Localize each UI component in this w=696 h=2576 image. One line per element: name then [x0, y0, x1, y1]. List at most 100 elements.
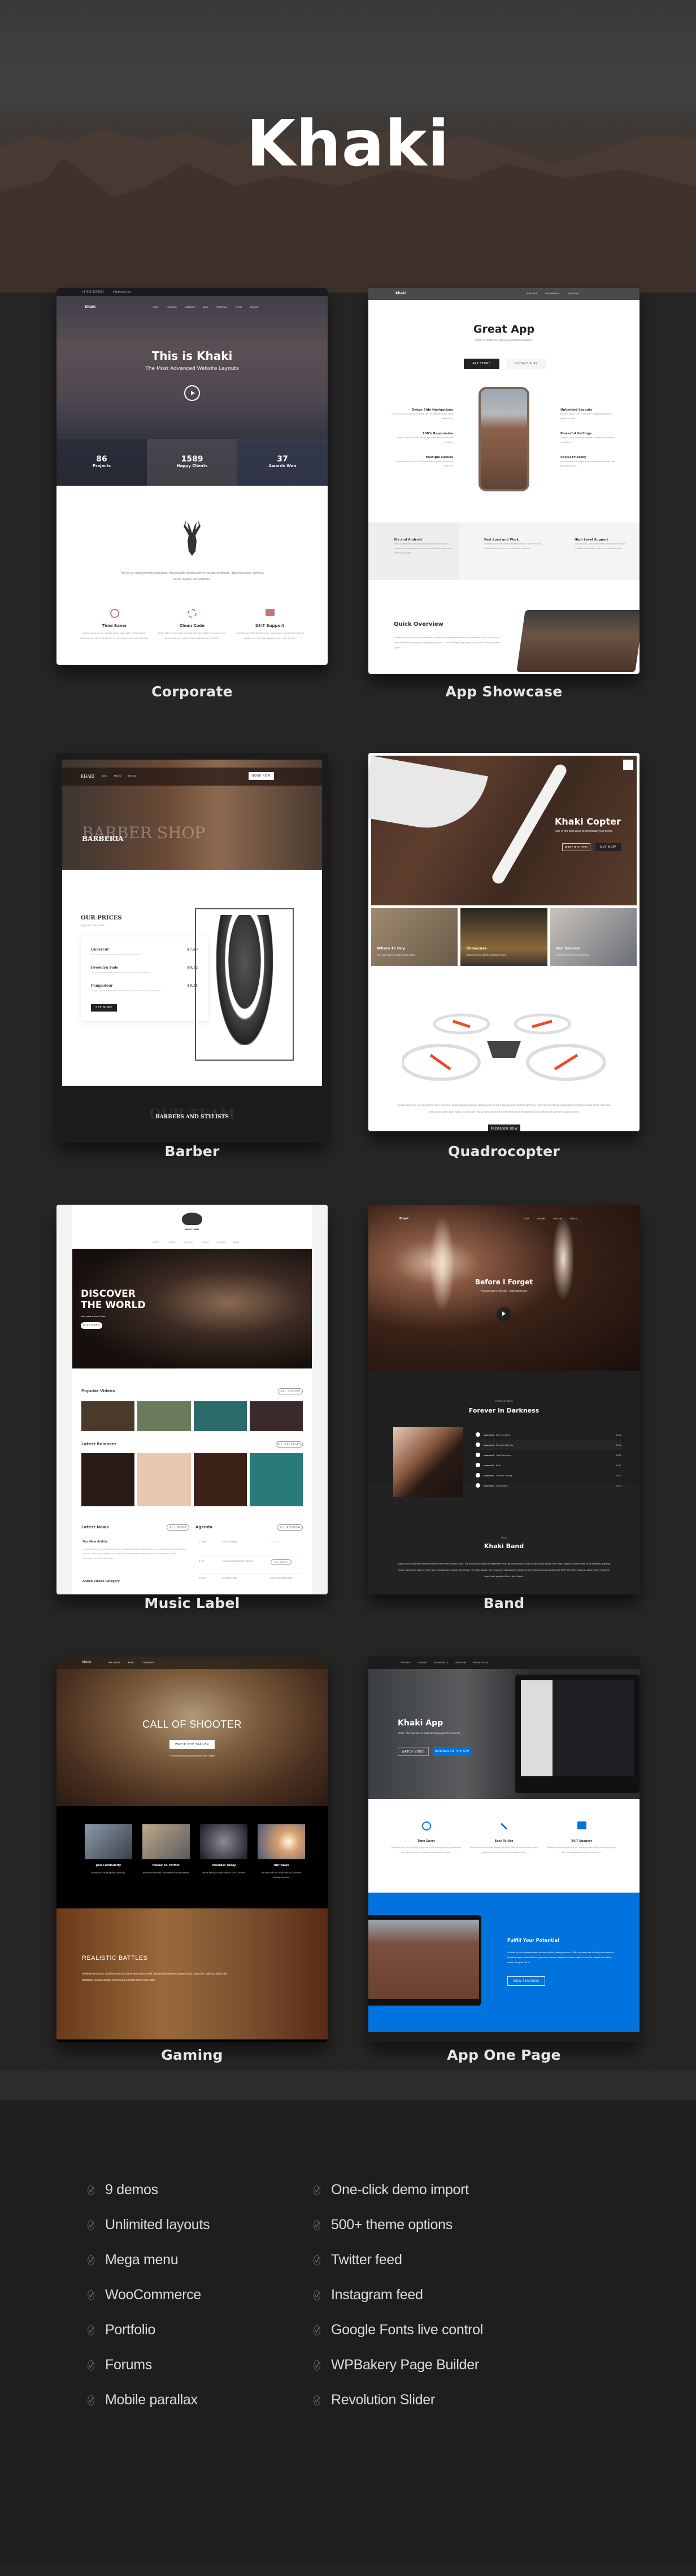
- all-releases-button[interactable]: ALL RELEASES: [276, 1441, 303, 1448]
- download-app-button[interactable]: DOWNLOAD THE APP: [433, 1747, 471, 1756]
- gaming-card[interactable]: Preorder Today We will send you Early Edi…: [200, 1824, 247, 1880]
- demo-quadrocopter[interactable]: Khaki Copter One of the best ways to sho…: [368, 744, 640, 1196]
- demo-barber-screenshot[interactable]: KHAKI BLOG PRICES STAY US BOOK NOW BARBE…: [56, 753, 328, 1143]
- gaming-card[interactable]: Our News Get news from the source, and yo…: [258, 1824, 305, 1880]
- video-thumb[interactable]: [81, 1401, 135, 1431]
- watch-video-button[interactable]: WATCH VIDEO: [398, 1747, 429, 1756]
- tile[interactable]: Our Service Entrust your drone to our exp…: [550, 908, 637, 966]
- video-thumb[interactable]: [137, 1401, 191, 1431]
- nav-item[interactable]: VIDEOS: [570, 1218, 577, 1220]
- track-row[interactable]: soundroll - Extreme Driving 03:57: [476, 1470, 621, 1480]
- music-label-logo[interactable]: [182, 1213, 202, 1225]
- gaming-logo[interactable]: khaki: [82, 1660, 91, 1664]
- nav-item[interactable]: HOME: [153, 306, 159, 308]
- demo-corporate[interactable]: +1 (555) 123-1234 info@khaki.com Khaki H…: [56, 288, 328, 744]
- band-logo[interactable]: Khaki: [399, 1217, 408, 1221]
- demo-band[interactable]: Khaki TOUR ALBUMS GALLERY VIDEOS Before …: [368, 1196, 640, 1648]
- demo-corporate-screenshot[interactable]: +1 (555) 123-1234 info@khaki.com Khaki H…: [56, 288, 328, 665]
- demo-app-one-page-screenshot[interactable]: FEATURES SCREENS TESTIMONIALS QUESTIONS …: [368, 1657, 640, 2042]
- nav-item[interactable]: BLOG: [102, 775, 107, 777]
- nav-item[interactable]: BLOG: [203, 306, 208, 308]
- play-icon[interactable]: [497, 1307, 511, 1322]
- menu-icon[interactable]: [623, 760, 633, 770]
- demo-barber[interactable]: KHAKI BLOG PRICES STAY US BOOK NOW BARBE…: [56, 744, 328, 1196]
- tile[interactable]: Showcase Watch our best videos, and share…: [460, 908, 547, 966]
- demo-gaming-screenshot[interactable]: khaki PRE-ORDER NEWS COMMUNITY CALL OF S…: [56, 1657, 328, 2042]
- demo-quadrocopter-screenshot[interactable]: Khaki Copter One of the best ways to sho…: [368, 753, 640, 1131]
- gaming-card[interactable]: Join Community Be the part of huge gaming…: [85, 1824, 132, 1880]
- release-thumb[interactable]: [137, 1453, 191, 1506]
- nav-item[interactable]: TESTIMONIALS: [545, 293, 560, 295]
- news-title[interactable]: Added Videos Category: [82, 1580, 120, 1583]
- video-thumb[interactable]: [193, 1401, 247, 1431]
- demo-app-showcase[interactable]: Khaki PURCHASE TESTIMONIALS QUESTIONS Gr…: [368, 288, 640, 744]
- all-news-button[interactable]: ALL NEWS: [167, 1524, 189, 1531]
- release-thumb[interactable]: [193, 1453, 247, 1506]
- corporate-logo[interactable]: Khaki: [85, 305, 95, 309]
- nav-item[interactable]: ABOUT: [153, 1241, 159, 1244]
- all-agenda-button[interactable]: ALL AGENDA: [277, 1524, 303, 1531]
- demo-app-one-page[interactable]: FEATURES SCREENS TESTIMONIALS QUESTIONS …: [368, 1648, 640, 2100]
- google-play-button[interactable]: GOOGLE PLAY: [506, 359, 546, 369]
- tile[interactable]: Where to Buy Find your nearest Khaki Copt…: [371, 908, 458, 966]
- nav-item[interactable]: SCREENS: [417, 1662, 427, 1664]
- discover-button[interactable]: DISCOVER: [81, 1322, 102, 1329]
- watch-video-button[interactable]: WATCH VIDEO: [562, 843, 590, 851]
- track-row[interactable]: soundroll - Fight No More 03:43: [476, 1429, 621, 1440]
- nav-item[interactable]: ARTISTS: [167, 1241, 175, 1244]
- demo-music-label[interactable]: KHAKI LABEL ABOUT ARTISTS RELEASES VIDEO…: [56, 1196, 328, 1648]
- nav-item[interactable]: FEATURES: [167, 306, 177, 308]
- nav-item[interactable]: VIDEOS: [201, 1241, 208, 1244]
- nav-item[interactable]: PORTFOLIO: [216, 306, 228, 308]
- watch-trailer-button[interactable]: WATCH THE TRAILER: [169, 1740, 215, 1749]
- release-thumb[interactable]: [249, 1453, 303, 1506]
- preorder-button[interactable]: PREORDER NOW: [488, 1124, 520, 1131]
- nav-item[interactable]: QUESTIONS: [568, 293, 580, 295]
- book-now-button[interactable]: BOOK NOW: [249, 772, 274, 780]
- nav-item[interactable]: AGENDA: [217, 1241, 225, 1244]
- nav-item[interactable]: RELEASES: [184, 1241, 194, 1244]
- nav-item[interactable]: PRE-ORDER: [108, 1662, 120, 1664]
- nav-item[interactable]: GALLERY: [553, 1218, 562, 1220]
- release-thumb[interactable]: [81, 1453, 135, 1506]
- demo-gaming[interactable]: khaki PRE-ORDER NEWS COMMUNITY CALL OF S…: [56, 1648, 328, 2100]
- gaming-card[interactable]: Follow on Twitter We love and use this so…: [142, 1824, 190, 1880]
- buy-now-button[interactable]: BUY NOW: [595, 843, 621, 851]
- nav-item[interactable]: QUESTIONS: [455, 1662, 467, 1664]
- nav-item[interactable]: PURCHASE: [527, 293, 537, 295]
- app-store-button[interactable]: APP STORE: [464, 359, 499, 369]
- demo-label[interactable]: Music Label: [56, 1595, 328, 1611]
- view-features-button[interactable]: VIEW FEATURES: [507, 1976, 545, 1986]
- demo-label[interactable]: Band: [368, 1595, 640, 1611]
- demo-label[interactable]: Quadrocopter: [368, 1143, 640, 1160]
- nav-item[interactable]: TESTIMONIALS: [433, 1662, 448, 1664]
- nav-item[interactable]: NEWS: [128, 1662, 134, 1664]
- nav-item[interactable]: STAY US: [128, 775, 136, 777]
- nav-item[interactable]: GALLERY: [250, 306, 259, 308]
- demo-label[interactable]: App One Page: [368, 2047, 640, 2063]
- demo-music-label-screenshot[interactable]: KHAKI LABEL ABOUT ARTISTS RELEASES VIDEO…: [56, 1205, 328, 1594]
- all-videos-button[interactable]: ALL VIDEOS: [278, 1388, 303, 1394]
- nav-item[interactable]: TOUR: [524, 1218, 529, 1220]
- track-row[interactable]: soundroll - Total Overdrive 03:59: [476, 1450, 621, 1460]
- demo-label[interactable]: Barber: [56, 1143, 328, 1160]
- video-thumb[interactable]: [249, 1401, 303, 1431]
- demo-band-screenshot[interactable]: Khaki TOUR ALBUMS GALLERY VIDEOS Before …: [368, 1205, 640, 1594]
- demo-label[interactable]: App Showcase: [368, 683, 640, 700]
- nav-item[interactable]: COMMUNITY: [142, 1662, 154, 1664]
- track-row[interactable]: soundroll - Rock 02:41: [476, 1460, 621, 1470]
- track-row[interactable]: soundroll - Driving In My Car 02:41: [476, 1440, 621, 1450]
- demo-app-showcase-screenshot[interactable]: Khaki PURCHASE TESTIMONIALS QUESTIONS Gr…: [368, 288, 640, 674]
- app-logo[interactable]: Khaki: [395, 291, 406, 295]
- play-icon[interactable]: [184, 385, 200, 401]
- nav-item[interactable]: PRICES: [114, 775, 121, 777]
- barber-logo[interactable]: KHAKI: [81, 774, 94, 779]
- demo-label[interactable]: Corporate: [56, 683, 328, 700]
- demo-label[interactable]: Gaming: [56, 2047, 328, 2063]
- nav-item[interactable]: FEATURES: [401, 1662, 411, 1664]
- see-more-button[interactable]: SEE MORE: [91, 1004, 117, 1012]
- nav-item[interactable]: ALBUMS: [537, 1218, 546, 1220]
- nav-item[interactable]: ELEMENTS: [185, 306, 195, 308]
- news-title[interactable]: Our New Artists: [82, 1540, 108, 1544]
- track-row[interactable]: soundroll - Wrong Way 05:34: [476, 1480, 621, 1490]
